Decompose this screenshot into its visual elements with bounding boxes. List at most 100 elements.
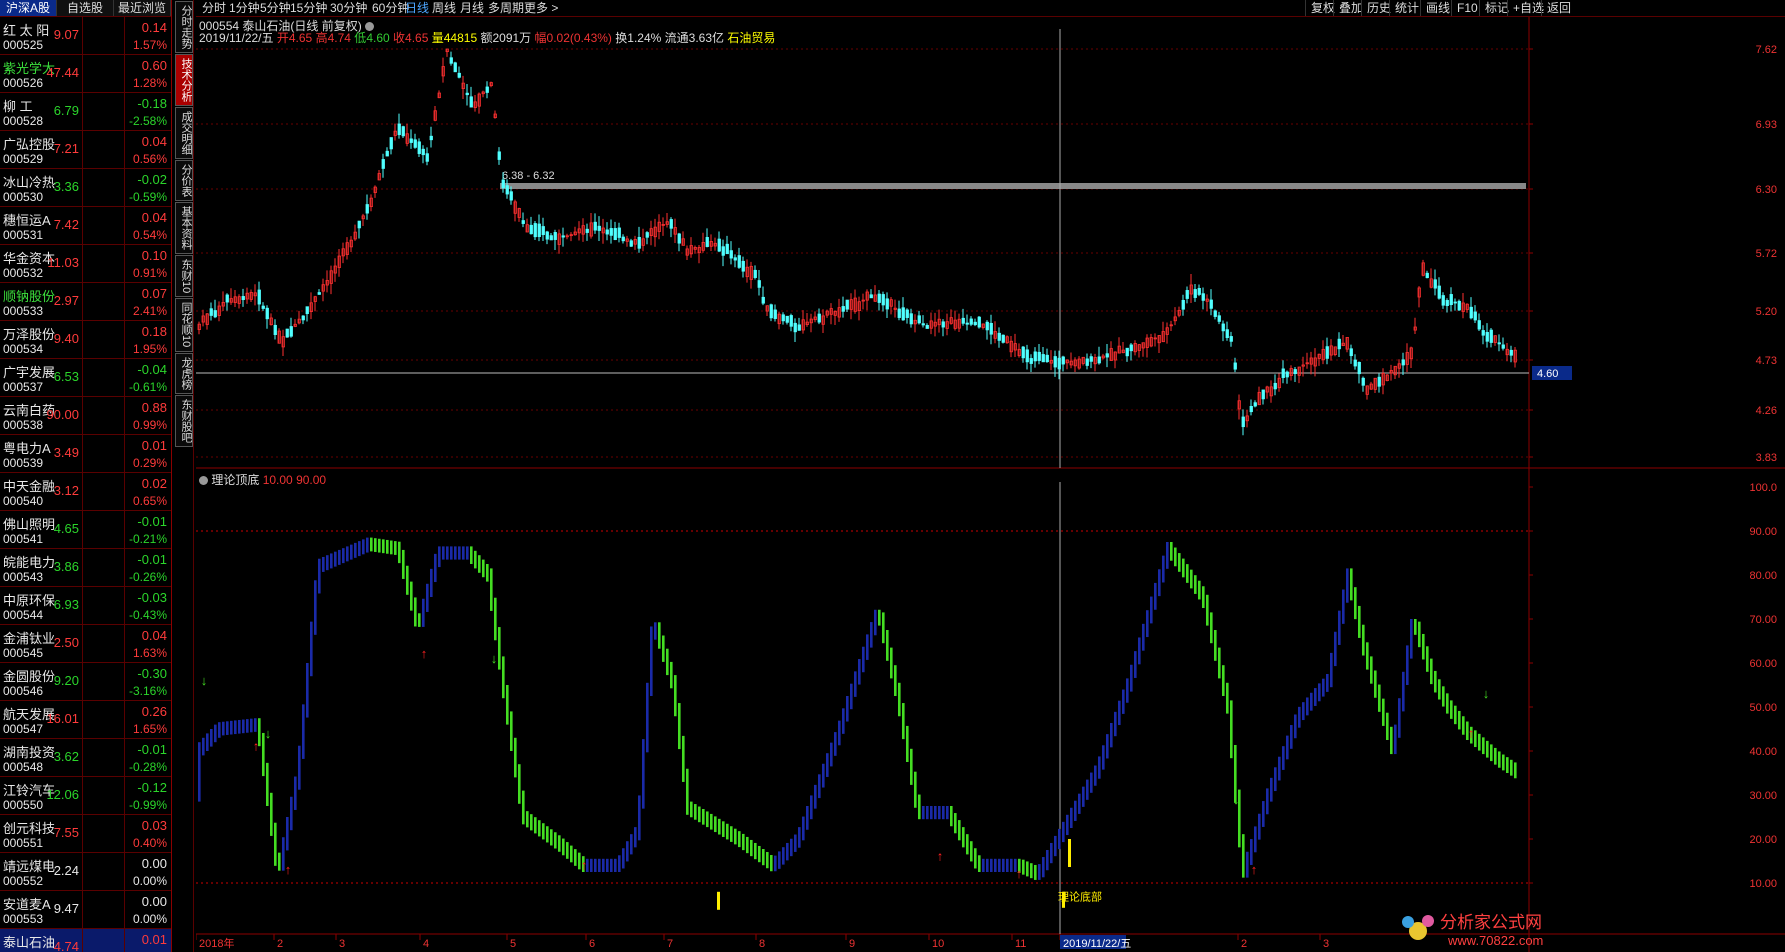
stock-row[interactable]: 皖能电力 000543 3.86 -0.01 -0.26% [0,549,171,587]
toolbar-btn-3[interactable]: 统计 [1389,0,1424,16]
tab-guba[interactable]: 东财股吧 [175,394,193,447]
tab-price-table[interactable]: 分价表 [175,160,193,201]
oscillator-bar [1434,670,1437,693]
period-2[interactable]: 5分钟 [260,0,291,16]
tab-dragon-tiger[interactable]: 龙虎榜 [175,352,193,394]
tab-watchlist[interactable]: 自选股 [57,0,114,16]
oscillator-bar [1142,623,1145,651]
stock-row[interactable]: 万泽股份 000534 9.40 0.18 1.95% [0,321,171,359]
oscillator-bar [450,546,453,560]
candle-body [421,148,425,156]
oscillator-bar [1314,688,1317,706]
stock-row[interactable]: 创元科技 000551 7.55 0.03 0.40% [0,815,171,853]
stock-row[interactable]: 冰山冷热 000530 3.36 -0.02 -0.59% [0,169,171,207]
candle-body [1197,288,1201,295]
oscillator-bar [930,806,933,820]
period-6[interactable]: 日线 [405,0,429,16]
stock-change: 0.88 [141,400,167,415]
tab-intraday[interactable]: 分时走势 [175,1,193,53]
stock-row[interactable]: 湖南投资 000548 3.62 -0.01 -0.28% [0,739,171,777]
stock-change: -0.02 [137,172,167,187]
oscillator-bar [1358,605,1361,638]
oscillator-bar [982,858,985,872]
oscillator-bar [326,555,329,571]
oscillator-bar [490,568,493,611]
stock-row[interactable]: 泰山石油0005544.740.01 [0,929,171,952]
toolbar-btn-8[interactable]: 返回 [1541,0,1576,16]
stock-code: 000529 [3,152,44,166]
period-1[interactable]: 1分钟 [229,0,260,16]
tab-technical[interactable]: 技术分析 [175,54,193,106]
period-4[interactable]: 30分钟 [330,0,367,16]
period-8[interactable]: 月线 [460,0,484,16]
tab-eastmoney-10[interactable]: 东财10 [175,255,193,298]
tab-recent[interactable]: 最近浏览 [114,0,171,16]
candle-body [605,229,609,235]
oscillator-bar [454,546,457,560]
chart-area[interactable]: 000554 泰山石油(日线 前复权) 2019/11/22/五 开4.65 高… [196,17,1785,952]
stock-row[interactable]: 粤电力A 000539 3.49 0.01 0.29% [0,435,171,473]
oscillator-bar [290,796,293,831]
stock-code: 000526 [3,76,44,90]
stock-row[interactable]: 紫光学大 000526 47.44 0.60 1.28% [0,55,171,93]
period-9[interactable]: 多周期 [488,0,524,16]
stock-row[interactable]: 广弘控股 000529 7.21 0.04 0.56% [0,131,171,169]
candle-body [1209,299,1213,309]
oscillator-bar [438,546,441,568]
oscillator-bar [206,733,209,751]
stock-row[interactable]: 靖远煤电 000552 2.24 0.00 0.00% [0,853,171,891]
tab-shsz-a[interactable]: 沪深A股 [0,0,57,16]
oscillator-bar [906,725,909,762]
period-10[interactable]: 更多 > [524,0,558,16]
oscillator-bar [766,852,769,869]
candle-body [1349,348,1353,357]
tab-basic-info[interactable]: 基本资料 [175,202,193,254]
oscillator-bar [522,790,525,825]
oscillator-bar [710,813,713,830]
toolbar-btn-4[interactable]: 画线 [1420,0,1455,16]
candle-body [1453,301,1457,304]
stock-code: 000552 [3,874,44,888]
stock-row[interactable]: 佛山照明 000541 4.65 -0.01 -0.21% [0,511,171,549]
oscillator-bar [1038,864,1041,880]
period-0[interactable]: 分时 [202,0,226,16]
stock-row[interactable]: 华金资本 000532 11.03 0.10 0.91% [0,245,171,283]
period-3[interactable]: 15分钟 [290,0,327,16]
stock-row[interactable]: 航天发展 000547 16.01 0.26 1.65% [0,701,171,739]
candle-body [561,235,565,238]
period-7[interactable]: 周线 [432,0,456,16]
stock-row[interactable]: 中天金融 000540 3.12 0.02 0.65% [0,473,171,511]
stock-row[interactable]: 广宇发展 000537 6.53 -0.04 -0.61% [0,359,171,397]
oscillator-bar [854,671,857,697]
oscillator-bar [1058,828,1061,850]
period-5[interactable]: 60分钟 [372,0,409,16]
candle-body [1229,336,1233,342]
stock-row[interactable]: 江铃汽车 000550 12.06 -0.12 -0.99% [0,777,171,815]
oscillator-bar [442,546,445,560]
stock-row[interactable]: 金浦钛业 000545 2.50 0.04 1.63% [0,625,171,663]
oscillator-bar [1246,851,1249,878]
stock-row[interactable]: 红 太 阳 000525 9.07 0.14 1.57% [0,17,171,55]
toolbar-btn-5[interactable]: F10 [1451,0,1483,16]
stock-row[interactable]: 穗恒运A 000531 7.42 0.04 0.54% [0,207,171,245]
candle-body [425,153,429,162]
tab-trade-detail[interactable]: 成交明细 [175,107,193,159]
stock-row[interactable]: 中原环保 000544 6.93 -0.03 -0.43% [0,587,171,625]
oscillator-bar [1186,564,1189,583]
stock-row[interactable]: 顺钠股份 000533 2.97 0.07 2.41% [0,283,171,321]
stock-row[interactable]: 柳 工 000528 6.79 -0.18 -2.58% [0,93,171,131]
oscillator-bar [254,718,257,732]
stock-row[interactable]: 金圆股份 000546 9.20 -0.30 -3.16% [0,663,171,701]
stock-row[interactable]: 云南白药 000538 90.00 0.88 0.99% [0,397,171,435]
buy-arrow-icon: ↑ [285,862,292,877]
candle-body [225,294,229,303]
oscillator-bar [1134,651,1137,678]
buy-arrow-icon: ↑ [1468,725,1475,740]
oscillator-bar [1494,747,1497,765]
candle-body [1105,353,1109,358]
candle-body [1201,293,1205,301]
stock-row[interactable]: 安道麦A 000553 9.47 0.00 0.00% [0,891,171,929]
tab-ths-10[interactable]: 同花顺10 [175,298,193,352]
stock-price: 90.00 [46,407,79,422]
candle-body [921,323,925,326]
